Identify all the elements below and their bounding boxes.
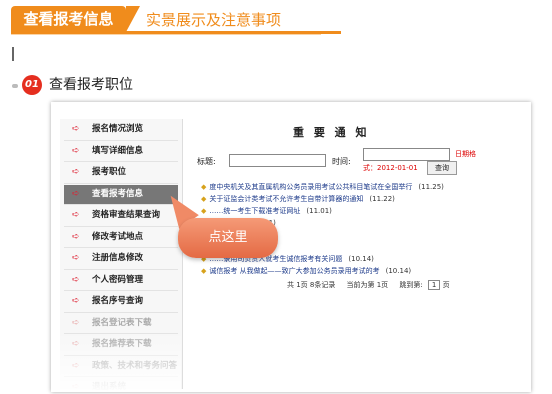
pager: 共 1页 8条记录 当前为第 1页 跳到第: 1 页 — [287, 280, 450, 290]
news-title[interactable]: 度中央机关及其直属机构公务员录用考试公共科目笔试在全国举行 — [209, 183, 412, 191]
menu-fade-overlay — [51, 332, 181, 392]
click-here-callout: 点这里 — [178, 218, 278, 258]
date-input[interactable] — [363, 148, 450, 161]
pager-jump-label: 跳到第: — [399, 281, 423, 289]
header-underline-light — [11, 34, 321, 35]
title-search-input[interactable] — [229, 154, 326, 167]
step-connector — [12, 84, 18, 88]
menu-item-label: 注册信息修改 — [92, 253, 144, 263]
menu-item-label: 报名序号查询 — [92, 296, 144, 306]
menu-item-label: 修改考试地点 — [92, 231, 144, 242]
menu-item[interactable]: ➪ 报考职位 — [64, 163, 178, 184]
pager-current: 当前为第 1页 — [346, 281, 389, 289]
news-date: (10.14) — [385, 267, 412, 275]
news-title[interactable]: ……统一考生下载准考证网址 — [209, 207, 300, 215]
query-button[interactable]: 查询 — [427, 161, 457, 175]
date-format-hint: 日期格 — [455, 150, 476, 158]
menu-item[interactable]: ➪ 报名序号查询 — [64, 292, 178, 313]
bullet-icon: ◆ — [201, 195, 207, 203]
arrow-icon: ➪ — [72, 167, 80, 177]
step-number-badge: 01 — [22, 75, 42, 95]
arrow-icon: ➪ — [72, 317, 80, 328]
bullet-icon: ◆ — [201, 267, 207, 275]
menu-item[interactable]: ➪ 个人密码管理 — [64, 271, 178, 291]
news-title[interactable]: 诚信报考 从我做起——致广大参加公务员录用考试的考 — [209, 267, 379, 275]
arrow-icon: ➪ — [72, 296, 80, 306]
page-select[interactable]: 1 — [427, 280, 441, 290]
info-tab[interactable]: 查看报考信息 — [11, 6, 126, 32]
menu-item-label: 查看报考信息 — [92, 188, 144, 199]
menu-item-label: 报名登记表下载 — [92, 317, 152, 328]
arrow-icon: ➪ — [72, 145, 80, 156]
arrow-icon: ➪ — [72, 124, 80, 134]
bullet-icon: ◆ — [201, 183, 207, 191]
arrow-icon: ➪ — [72, 253, 80, 263]
arrow-icon: ➪ — [72, 210, 80, 220]
news-date: (11.22) — [369, 195, 395, 203]
bullet-icon: ◆ — [201, 207, 207, 215]
menu-item[interactable]: ➪ 修改考试地点 — [64, 228, 178, 248]
news-item[interactable]: ◆ 度中央机关及其直属机构公务员录用考试公共科目笔试在全国举行 (11.25) — [201, 182, 521, 192]
menu-item-label: 填写详细信息 — [92, 145, 144, 156]
menu-item[interactable]: ➪ 报名登记表下载 — [64, 314, 178, 334]
news-title[interactable]: 关于证监会计类考试不允许考生自带计算器的通知 — [209, 195, 363, 203]
news-item[interactable]: ◆ 诚信报考 从我做起——致广大参加公务员录用考试的考 (10.14) — [201, 266, 521, 276]
section-title: 实景展示及注意事项 — [146, 11, 282, 29]
vertical-marker — [12, 47, 14, 61]
news-date: (10.14) — [348, 255, 374, 263]
menu-item[interactable]: ➪ 注册信息修改 — [64, 249, 178, 270]
arrow-icon: ➪ — [72, 274, 80, 285]
news-item[interactable]: ◆ 关于证监会计类考试不允许考生自带计算器的通知 (11.22) — [201, 194, 521, 204]
news-item[interactable]: ◆ ……统一考生下载准考证网址 (11.01) — [201, 206, 521, 216]
step-label: 查看报考职位 — [49, 77, 133, 93]
menu-item-label: 资格审查结果查询 — [92, 210, 161, 220]
pager-summary: 共 1页 8条记录 — [287, 281, 336, 289]
menu-item-label: 报考职位 — [92, 167, 127, 177]
title-label: 标题: — [197, 157, 216, 166]
pager-suffix: 页 — [442, 281, 450, 289]
tab-tail — [126, 6, 140, 32]
date-example-hint: 式：2012-01-01 — [363, 164, 418, 172]
menu-item[interactable]: ➪ 资格审查结果查询 — [64, 206, 178, 227]
news-date: (11.01) — [306, 207, 332, 215]
time-label: 时间: — [332, 157, 351, 166]
arrow-icon: ➪ — [72, 231, 80, 242]
menu-item-label: 报名情况浏览 — [92, 124, 144, 134]
notice-title: 重 要 通 知 — [293, 126, 370, 139]
menu-item-label: 个人密码管理 — [92, 274, 144, 285]
menu-item[interactable]: ➪ 报名情况浏览 — [64, 120, 178, 141]
news-date: (11.25) — [418, 183, 444, 191]
arrow-icon: ➪ — [72, 188, 80, 199]
menu-item[interactable]: ➪ 填写详细信息 — [64, 142, 178, 162]
embedded-screenshot: ➪ 报名情况浏览 ➪ 填写详细信息 ➪ 报考职位 ➪ 查看报考信息 ➪ 资格审查结果查询 ➪ 修改考试… — [51, 102, 531, 392]
